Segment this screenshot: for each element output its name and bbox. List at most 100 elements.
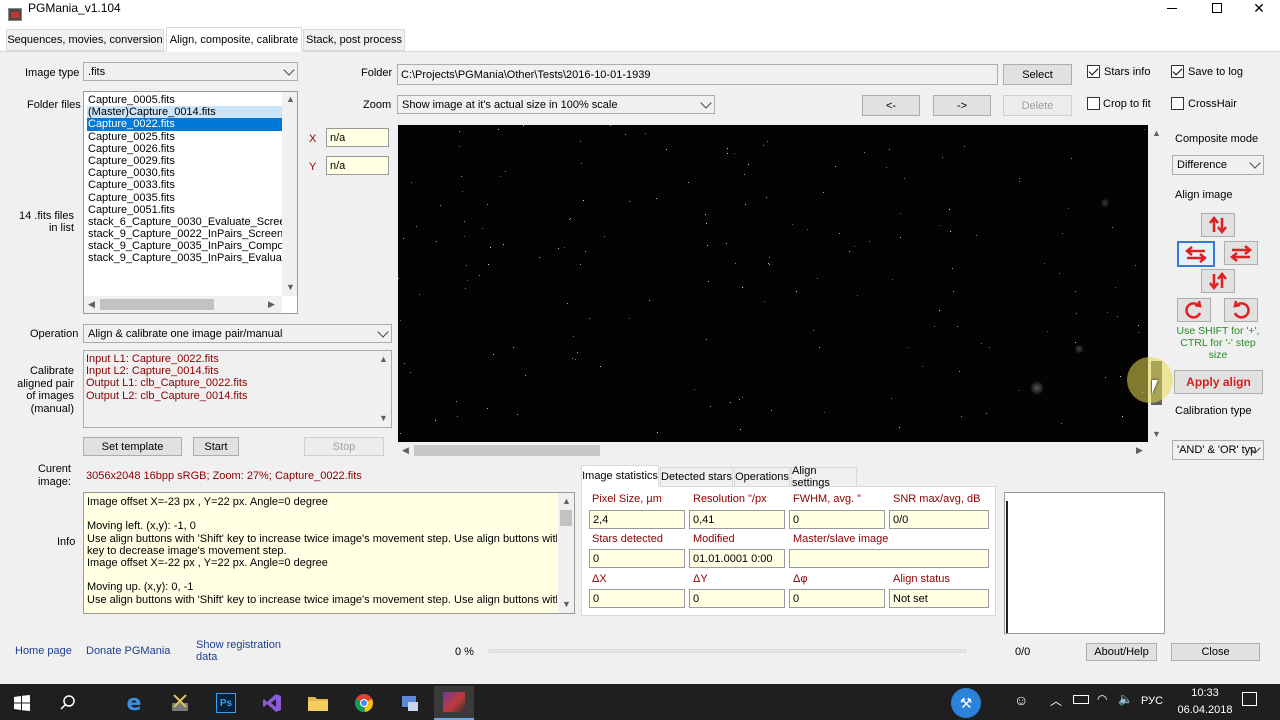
canvas-hscroll[interactable]: ◀ ▶ [398, 442, 1148, 458]
tab-align-settings[interactable]: Align settings [791, 465, 857, 489]
tray-volume-icon[interactable]: 🔈 [1118, 692, 1133, 706]
folder-path-field[interactable]: C:\Projects\PGMania\Other\Tests\2016-10-… [397, 64, 998, 85]
tray-language[interactable]: РУС [1141, 695, 1163, 707]
taskbar-tools[interactable] [160, 686, 200, 720]
delta-phi-field[interactable]: 0 [789, 589, 885, 608]
show-registration-link[interactable]: Show registration data [196, 639, 286, 663]
align-down-up-button[interactable] [1201, 269, 1235, 293]
calibrate-textbox[interactable]: Input L1: Capture_0022.fits Input L2: Cap… [83, 350, 392, 428]
image-canvas[interactable] [398, 125, 1148, 442]
snr-field[interactable]: 0/0 [889, 510, 989, 529]
list-item[interactable]: Capture_0035.fits [87, 192, 282, 204]
home-page-link[interactable]: Home page [15, 645, 72, 657]
start-button[interactable]: Start [193, 437, 239, 456]
list-item[interactable]: Capture_0029.fits [87, 155, 282, 167]
tray-chevron-up-icon[interactable]: ︿ [1050, 692, 1062, 709]
apply-align-button[interactable]: Apply align [1174, 370, 1263, 394]
horizontal-scrollbar[interactable]: ◀ ▶ [84, 296, 282, 313]
set-template-button[interactable]: Set template [83, 437, 182, 456]
star-dot [767, 141, 768, 142]
list-item[interactable]: stack_6_Capture_0030_Evaluate_Screen. [87, 216, 282, 228]
tab-align[interactable]: Align, composite, calibrate [166, 27, 302, 52]
stars-detected-field[interactable]: 0 [589, 549, 685, 568]
tab-stack[interactable]: Stack, post process [303, 29, 405, 51]
donate-link[interactable]: Donate PGMania [86, 645, 170, 657]
list-item[interactable]: Capture_0005.fits [87, 94, 282, 106]
resolution-field[interactable]: 0,41 [689, 510, 785, 529]
list-item[interactable]: Capture_0051.fits [87, 204, 282, 216]
master-slave-field[interactable] [789, 549, 989, 568]
align-up-down-button[interactable] [1201, 213, 1235, 237]
tray-date[interactable]: 06.04.2018 [1175, 704, 1235, 716]
list-item[interactable]: Capture_0030.fits [87, 167, 282, 179]
info-scrollbar[interactable]: ▲ ▼ [558, 493, 574, 613]
rotate-cw-button[interactable] [1224, 298, 1258, 322]
list-item[interactable]: Capture_0025.fits [87, 131, 282, 143]
modified-field[interactable]: 01.01.0001 0:00 [689, 549, 785, 568]
composite-mode-select[interactable]: Difference [1172, 155, 1264, 175]
align-left-button[interactable] [1177, 241, 1215, 267]
close-button[interactable]: Close [1171, 643, 1260, 661]
calibration-type-select[interactable]: 'AND' & 'OR' typ [1172, 440, 1264, 460]
list-item[interactable]: stack_9_Capture_0035_InPairs_Composi [87, 240, 282, 252]
maximize-button[interactable] [1195, 0, 1239, 16]
taskbar-edge[interactable]: e [114, 686, 154, 720]
zoom-value: Show image at it's actual size in 100% s… [402, 98, 618, 111]
operation-select[interactable]: Align & calibrate one image pair/manual [83, 324, 392, 343]
tab-sequences[interactable]: Sequences, movies, conversion [6, 29, 164, 51]
rotate-ccw-button[interactable] [1177, 298, 1211, 322]
tray-app[interactable]: ⚒ [946, 686, 986, 720]
select-folder-button[interactable]: Select [1003, 64, 1072, 85]
next-image-button[interactable]: -> [933, 95, 991, 116]
tab-detected-stars[interactable]: Detected stars [660, 467, 733, 487]
about-help-button[interactable]: About/Help [1086, 643, 1157, 661]
list-item[interactable]: Capture_0033.fits [87, 179, 282, 191]
taskbar-visual-studio[interactable] [252, 686, 292, 720]
vertical-scrollbar[interactable]: ▲ ▼ [282, 92, 297, 296]
crosshair-checkbox[interactable] [1171, 97, 1184, 110]
list-item[interactable]: Capture_0022.fits [87, 118, 282, 131]
x-field[interactable]: n/a [326, 128, 389, 147]
list-item[interactable]: Capture_0026.fits [87, 143, 282, 155]
delta-x-field[interactable]: 0 [589, 589, 685, 608]
tray-wifi-icon[interactable]: ◠ [1097, 692, 1107, 706]
minimize-button[interactable] [1150, 0, 1194, 16]
calibrate-scrollbar[interactable]: ▲ ▼ [375, 351, 391, 427]
notification-icon[interactable] [1242, 692, 1257, 706]
taskbar-explorer[interactable] [298, 686, 338, 720]
delete-button[interactable]: Delete [1003, 95, 1072, 116]
tab-image-statistics[interactable]: Image statistics [581, 465, 659, 487]
stars-info-checkbox[interactable] [1087, 65, 1100, 78]
taskbar-chrome[interactable] [344, 686, 384, 720]
crop-to-fit-checkbox[interactable] [1087, 97, 1100, 110]
tray-battery-icon[interactable] [1073, 695, 1089, 704]
align-right-button[interactable] [1224, 241, 1258, 265]
folder-files-list[interactable]: Capture_0005.fits (Master)Capture_0014.fi… [83, 91, 298, 314]
save-to-log-checkbox[interactable] [1171, 65, 1184, 78]
info-textbox[interactable]: Image offset X=-23 px , Y=22 px. Angle=0… [83, 492, 575, 614]
tray-time[interactable]: 10:33 [1187, 687, 1223, 699]
taskbar-pgmania[interactable] [434, 686, 474, 720]
close-window-button[interactable]: ✕ [1238, 0, 1280, 16]
pixel-size-field[interactable]: 2,4 [589, 510, 685, 529]
taskbar-photoshop[interactable]: Ps [206, 686, 246, 720]
list-item[interactable]: (Master)Capture_0014.fits [87, 106, 282, 119]
tray-people-icon[interactable]: ☺ [1014, 692, 1028, 708]
image-type-select[interactable]: .fits [83, 62, 298, 81]
delta-y-field[interactable]: 0 [689, 589, 785, 608]
tab-operations[interactable]: Operations [734, 467, 790, 487]
list-item[interactable]: stack_9_Capture_0022_InPairs_Screen.fi [87, 228, 282, 240]
star-dot [1105, 377, 1106, 378]
taskbar-app[interactable] [390, 686, 430, 720]
fwhm-field[interactable]: 0 [789, 510, 885, 529]
align-status-field[interactable]: Not set [889, 589, 989, 608]
calibration-type-value: 'AND' & 'OR' typ [1177, 444, 1257, 456]
prev-image-button[interactable]: <- [862, 95, 920, 116]
zoom-select[interactable]: Show image at it's actual size in 100% s… [397, 95, 715, 114]
stop-button[interactable]: Stop [304, 437, 384, 456]
start-button-windows[interactable] [2, 686, 42, 720]
star-dot [577, 352, 578, 353]
taskbar-search[interactable] [48, 686, 88, 720]
list-item[interactable]: stack_9_Capture_0035_InPairs_Evaluate_ [87, 252, 282, 264]
y-field[interactable]: n/a [326, 156, 389, 175]
